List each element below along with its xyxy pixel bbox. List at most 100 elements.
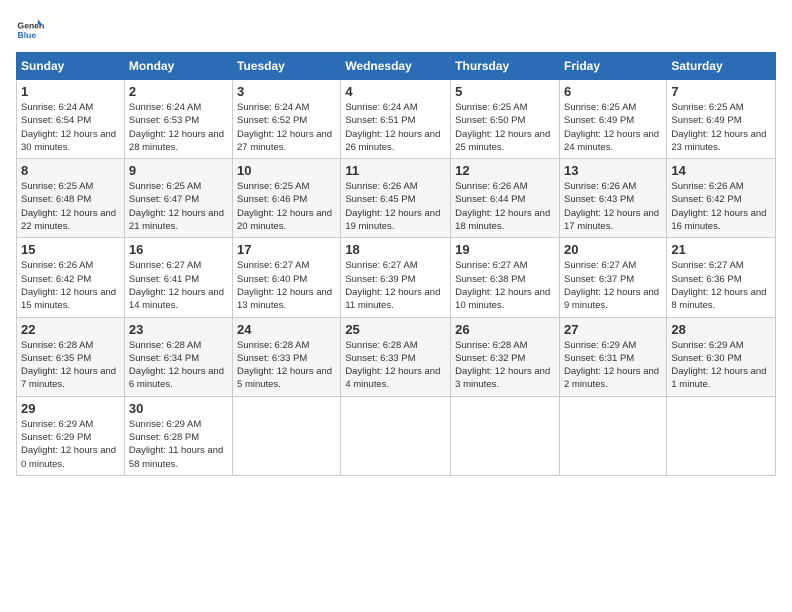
calendar-table: SundayMondayTuesdayWednesdayThursdayFrid… [16, 52, 776, 476]
day-info: Sunrise: 6:29 AMSunset: 6:29 PMDaylight:… [21, 418, 120, 471]
day-info: Sunrise: 6:28 AMSunset: 6:32 PMDaylight:… [455, 339, 555, 392]
day-number: 5 [455, 84, 555, 99]
calendar-day-cell: 12 Sunrise: 6:26 AMSunset: 6:44 PMDaylig… [451, 159, 560, 238]
calendar-day-cell: 29 Sunrise: 6:29 AMSunset: 6:29 PMDaylig… [17, 396, 125, 475]
day-info: Sunrise: 6:26 AMSunset: 6:45 PMDaylight:… [345, 180, 446, 233]
day-info: Sunrise: 6:24 AMSunset: 6:51 PMDaylight:… [345, 101, 446, 154]
day-info: Sunrise: 6:27 AMSunset: 6:37 PMDaylight:… [564, 259, 662, 312]
day-info: Sunrise: 6:24 AMSunset: 6:54 PMDaylight:… [21, 101, 120, 154]
calendar-day-cell: 11 Sunrise: 6:26 AMSunset: 6:45 PMDaylig… [341, 159, 451, 238]
day-info: Sunrise: 6:27 AMSunset: 6:38 PMDaylight:… [455, 259, 555, 312]
calendar-day-cell: 16 Sunrise: 6:27 AMSunset: 6:41 PMDaylig… [124, 238, 232, 317]
day-number: 16 [129, 242, 228, 257]
day-number: 24 [237, 322, 336, 337]
calendar-day-cell: 13 Sunrise: 6:26 AMSunset: 6:43 PMDaylig… [559, 159, 666, 238]
calendar-day-cell: 18 Sunrise: 6:27 AMSunset: 6:39 PMDaylig… [341, 238, 451, 317]
calendar-day-cell [341, 396, 451, 475]
day-info: Sunrise: 6:28 AMSunset: 6:33 PMDaylight:… [345, 339, 446, 392]
day-number: 1 [21, 84, 120, 99]
day-info: Sunrise: 6:25 AMSunset: 6:49 PMDaylight:… [671, 101, 771, 154]
day-number: 30 [129, 401, 228, 416]
calendar-day-cell [233, 396, 341, 475]
day-number: 28 [671, 322, 771, 337]
svg-text:Blue: Blue [18, 30, 37, 40]
day-info: Sunrise: 6:27 AMSunset: 6:41 PMDaylight:… [129, 259, 228, 312]
calendar-day-cell: 4 Sunrise: 6:24 AMSunset: 6:51 PMDayligh… [341, 80, 451, 159]
day-info: Sunrise: 6:29 AMSunset: 6:30 PMDaylight:… [671, 339, 771, 392]
calendar-week-row: 8 Sunrise: 6:25 AMSunset: 6:48 PMDayligh… [17, 159, 776, 238]
day-number: 11 [345, 163, 446, 178]
day-info: Sunrise: 6:28 AMSunset: 6:33 PMDaylight:… [237, 339, 336, 392]
calendar-day-cell: 15 Sunrise: 6:26 AMSunset: 6:42 PMDaylig… [17, 238, 125, 317]
calendar-day-cell: 14 Sunrise: 6:26 AMSunset: 6:42 PMDaylig… [667, 159, 776, 238]
calendar-day-cell [451, 396, 560, 475]
calendar-day-cell: 7 Sunrise: 6:25 AMSunset: 6:49 PMDayligh… [667, 80, 776, 159]
day-number: 25 [345, 322, 446, 337]
calendar-header-row: SundayMondayTuesdayWednesdayThursdayFrid… [17, 53, 776, 80]
calendar-day-cell: 3 Sunrise: 6:24 AMSunset: 6:52 PMDayligh… [233, 80, 341, 159]
calendar-day-cell: 30 Sunrise: 6:29 AMSunset: 6:28 PMDaylig… [124, 396, 232, 475]
calendar-day-cell: 8 Sunrise: 6:25 AMSunset: 6:48 PMDayligh… [17, 159, 125, 238]
day-number: 9 [129, 163, 228, 178]
calendar-day-cell: 6 Sunrise: 6:25 AMSunset: 6:49 PMDayligh… [559, 80, 666, 159]
day-info: Sunrise: 6:26 AMSunset: 6:44 PMDaylight:… [455, 180, 555, 233]
day-info: Sunrise: 6:25 AMSunset: 6:46 PMDaylight:… [237, 180, 336, 233]
day-number: 8 [21, 163, 120, 178]
day-info: Sunrise: 6:29 AMSunset: 6:28 PMDaylight:… [129, 418, 228, 471]
calendar-day-header: Saturday [667, 53, 776, 80]
day-info: Sunrise: 6:27 AMSunset: 6:39 PMDaylight:… [345, 259, 446, 312]
day-info: Sunrise: 6:27 AMSunset: 6:40 PMDaylight:… [237, 259, 336, 312]
day-number: 20 [564, 242, 662, 257]
day-number: 3 [237, 84, 336, 99]
calendar-day-cell: 21 Sunrise: 6:27 AMSunset: 6:36 PMDaylig… [667, 238, 776, 317]
day-info: Sunrise: 6:25 AMSunset: 6:49 PMDaylight:… [564, 101, 662, 154]
day-number: 12 [455, 163, 555, 178]
calendar-day-cell: 2 Sunrise: 6:24 AMSunset: 6:53 PMDayligh… [124, 80, 232, 159]
calendar-day-cell: 5 Sunrise: 6:25 AMSunset: 6:50 PMDayligh… [451, 80, 560, 159]
day-number: 19 [455, 242, 555, 257]
day-info: Sunrise: 6:28 AMSunset: 6:35 PMDaylight:… [21, 339, 120, 392]
calendar-body: 1 Sunrise: 6:24 AMSunset: 6:54 PMDayligh… [17, 80, 776, 476]
day-number: 29 [21, 401, 120, 416]
day-number: 2 [129, 84, 228, 99]
day-info: Sunrise: 6:24 AMSunset: 6:52 PMDaylight:… [237, 101, 336, 154]
calendar-week-row: 1 Sunrise: 6:24 AMSunset: 6:54 PMDayligh… [17, 80, 776, 159]
calendar-day-cell: 10 Sunrise: 6:25 AMSunset: 6:46 PMDaylig… [233, 159, 341, 238]
calendar-day-cell: 26 Sunrise: 6:28 AMSunset: 6:32 PMDaylig… [451, 317, 560, 396]
calendar-day-header: Wednesday [341, 53, 451, 80]
calendar-day-header: Thursday [451, 53, 560, 80]
calendar-day-cell: 24 Sunrise: 6:28 AMSunset: 6:33 PMDaylig… [233, 317, 341, 396]
day-number: 27 [564, 322, 662, 337]
calendar-day-cell: 1 Sunrise: 6:24 AMSunset: 6:54 PMDayligh… [17, 80, 125, 159]
day-info: Sunrise: 6:26 AMSunset: 6:42 PMDaylight:… [21, 259, 120, 312]
logo: General Blue [16, 16, 44, 44]
day-number: 22 [21, 322, 120, 337]
calendar-day-cell: 23 Sunrise: 6:28 AMSunset: 6:34 PMDaylig… [124, 317, 232, 396]
calendar-day-cell: 9 Sunrise: 6:25 AMSunset: 6:47 PMDayligh… [124, 159, 232, 238]
page-header: General Blue [16, 16, 776, 44]
day-info: Sunrise: 6:28 AMSunset: 6:34 PMDaylight:… [129, 339, 228, 392]
day-number: 23 [129, 322, 228, 337]
calendar-day-header: Friday [559, 53, 666, 80]
calendar-day-cell [667, 396, 776, 475]
day-number: 13 [564, 163, 662, 178]
calendar-day-header: Monday [124, 53, 232, 80]
calendar-week-row: 29 Sunrise: 6:29 AMSunset: 6:29 PMDaylig… [17, 396, 776, 475]
day-info: Sunrise: 6:29 AMSunset: 6:31 PMDaylight:… [564, 339, 662, 392]
calendar-day-header: Tuesday [233, 53, 341, 80]
day-number: 14 [671, 163, 771, 178]
day-info: Sunrise: 6:27 AMSunset: 6:36 PMDaylight:… [671, 259, 771, 312]
calendar-day-cell: 19 Sunrise: 6:27 AMSunset: 6:38 PMDaylig… [451, 238, 560, 317]
calendar-week-row: 15 Sunrise: 6:26 AMSunset: 6:42 PMDaylig… [17, 238, 776, 317]
calendar-day-cell: 22 Sunrise: 6:28 AMSunset: 6:35 PMDaylig… [17, 317, 125, 396]
day-number: 21 [671, 242, 771, 257]
calendar-day-cell [559, 396, 666, 475]
calendar-day-cell: 20 Sunrise: 6:27 AMSunset: 6:37 PMDaylig… [559, 238, 666, 317]
day-number: 17 [237, 242, 336, 257]
calendar-day-cell: 17 Sunrise: 6:27 AMSunset: 6:40 PMDaylig… [233, 238, 341, 317]
calendar-day-cell: 25 Sunrise: 6:28 AMSunset: 6:33 PMDaylig… [341, 317, 451, 396]
day-info: Sunrise: 6:26 AMSunset: 6:42 PMDaylight:… [671, 180, 771, 233]
day-number: 4 [345, 84, 446, 99]
day-number: 6 [564, 84, 662, 99]
calendar-day-header: Sunday [17, 53, 125, 80]
